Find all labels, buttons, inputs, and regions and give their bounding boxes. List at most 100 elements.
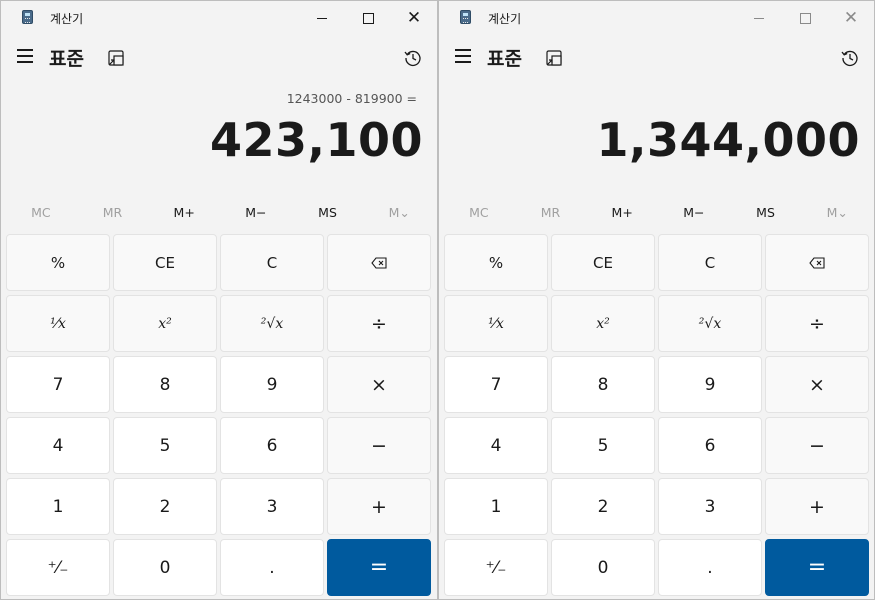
minus-button[interactable]: − — [765, 417, 869, 474]
digit-7-button[interactable]: 7 — [6, 356, 110, 413]
clear-entry-button[interactable]: CE — [551, 234, 655, 291]
keep-on-top-icon — [546, 50, 562, 66]
digit-1-button[interactable]: 1 — [444, 478, 548, 535]
minimize-button[interactable] — [736, 1, 782, 35]
decimal-button[interactable]: . — [220, 539, 324, 596]
reciprocal-button[interactable]: ¹⁄x — [444, 295, 548, 352]
digit-4-button[interactable]: 4 — [6, 417, 110, 474]
memory-store-button[interactable]: MS — [730, 199, 802, 227]
window-title: 계산기 — [488, 12, 522, 26]
decimal-button[interactable]: . — [658, 539, 762, 596]
mode-title: 표준 — [49, 48, 84, 70]
history-icon — [404, 50, 421, 67]
square-button[interactable]: x² — [551, 295, 655, 352]
equals-button[interactable]: = — [327, 539, 431, 596]
plus-button[interactable]: + — [765, 478, 869, 535]
close-button[interactable]: ✕ — [828, 1, 874, 35]
minimize-icon — [754, 17, 764, 19]
minus-button[interactable]: − — [327, 417, 431, 474]
title-bar[interactable]: 계산기 ✕ — [439, 1, 874, 35]
negate-button[interactable]: ⁺⁄₋ — [6, 539, 110, 596]
digit-9-button[interactable]: 9 — [220, 356, 324, 413]
multiply-button[interactable]: × — [765, 356, 869, 413]
square-button[interactable]: x² — [113, 295, 217, 352]
memory-clear-button[interactable]: MC — [443, 199, 515, 227]
divide-button[interactable]: ÷ — [327, 295, 431, 352]
backspace-icon — [809, 256, 825, 269]
clear-button[interactable]: C — [658, 234, 762, 291]
memory-add-button[interactable]: M+ — [586, 199, 658, 227]
memory-recall-button[interactable]: MR — [77, 199, 149, 227]
title-bar[interactable]: 계산기 ✕ — [1, 1, 437, 35]
backspace-button[interactable] — [327, 234, 431, 291]
calculator-window-right: 계산기 ✕ 표준 1,344,000 MC MR M+ M− MS M⌄ % C… — [438, 0, 875, 600]
hamburger-icon — [17, 49, 33, 51]
square-root-button[interactable]: ²√x — [658, 295, 762, 352]
percent-button[interactable]: % — [6, 234, 110, 291]
digit-0-button[interactable]: 0 — [551, 539, 655, 596]
backspace-button[interactable] — [765, 234, 869, 291]
minimize-icon — [317, 17, 327, 19]
keypad: % CE C ¹⁄x x² ²√x ÷ 7 8 9 × 4 5 6 − 1 2 … — [6, 234, 431, 596]
digit-6-button[interactable]: 6 — [220, 417, 324, 474]
multiply-button[interactable]: × — [327, 356, 431, 413]
maximize-button[interactable] — [782, 1, 828, 35]
clear-button[interactable]: C — [220, 234, 324, 291]
history-icon — [841, 50, 858, 67]
hamburger-icon — [455, 49, 471, 51]
navigation-menu-button[interactable] — [455, 49, 473, 64]
keep-on-top-button[interactable] — [546, 50, 562, 66]
memory-list-button[interactable]: M⌄ — [801, 199, 873, 227]
calculator-app-icon — [22, 10, 33, 24]
digit-8-button[interactable]: 8 — [113, 356, 217, 413]
result-display: 423,100 — [209, 113, 423, 167]
memory-controls: MC MR M+ M− MS M⌄ — [443, 199, 873, 227]
memory-clear-button[interactable]: MC — [5, 199, 77, 227]
digit-9-button[interactable]: 9 — [658, 356, 762, 413]
history-button[interactable] — [404, 49, 422, 67]
memory-list-button[interactable]: M⌄ — [363, 199, 435, 227]
digit-2-button[interactable]: 2 — [551, 478, 655, 535]
maximize-icon — [362, 12, 374, 24]
mode-title: 표준 — [487, 48, 522, 70]
memory-add-button[interactable]: M+ — [148, 199, 220, 227]
keep-on-top-button[interactable] — [108, 50, 124, 66]
digit-5-button[interactable]: 5 — [551, 417, 655, 474]
digit-2-button[interactable]: 2 — [113, 478, 217, 535]
equals-button[interactable]: = — [765, 539, 869, 596]
memory-subtract-button[interactable]: M− — [658, 199, 730, 227]
digit-8-button[interactable]: 8 — [551, 356, 655, 413]
percent-button[interactable]: % — [444, 234, 548, 291]
memory-subtract-button[interactable]: M− — [220, 199, 292, 227]
digit-4-button[interactable]: 4 — [444, 417, 548, 474]
backspace-icon — [371, 256, 387, 269]
maximize-button[interactable] — [345, 1, 391, 35]
digit-6-button[interactable]: 6 — [658, 417, 762, 474]
memory-store-button[interactable]: MS — [292, 199, 364, 227]
close-icon: ✕ — [843, 7, 859, 28]
calculator-window-left: 계산기 ✕ 표준 1243000 - 819900 = 423,100 MC M… — [0, 0, 438, 600]
divide-button[interactable]: ÷ — [765, 295, 869, 352]
expression-display: 1243000 - 819900 = — [286, 91, 417, 106]
clear-entry-button[interactable]: CE — [113, 234, 217, 291]
history-button[interactable] — [841, 49, 859, 67]
window-title: 계산기 — [50, 12, 84, 26]
close-button[interactable]: ✕ — [391, 1, 437, 35]
square-root-button[interactable]: ²√x — [220, 295, 324, 352]
memory-recall-button[interactable]: MR — [515, 199, 587, 227]
digit-3-button[interactable]: 3 — [220, 478, 324, 535]
digit-1-button[interactable]: 1 — [6, 478, 110, 535]
keep-on-top-icon — [108, 50, 124, 66]
digit-0-button[interactable]: 0 — [113, 539, 217, 596]
navigation-menu-button[interactable] — [17, 49, 35, 64]
result-display: 1,344,000 — [596, 113, 860, 167]
digit-7-button[interactable]: 7 — [444, 356, 548, 413]
minimize-button[interactable] — [299, 1, 345, 35]
plus-button[interactable]: + — [327, 478, 431, 535]
negate-button[interactable]: ⁺⁄₋ — [444, 539, 548, 596]
digit-3-button[interactable]: 3 — [658, 478, 762, 535]
calculator-app-icon — [460, 10, 471, 24]
reciprocal-button[interactable]: ¹⁄x — [6, 295, 110, 352]
keypad: % CE C ¹⁄x x² ²√x ÷ 7 8 9 × 4 5 6 − 1 2 … — [444, 234, 869, 596]
digit-5-button[interactable]: 5 — [113, 417, 217, 474]
